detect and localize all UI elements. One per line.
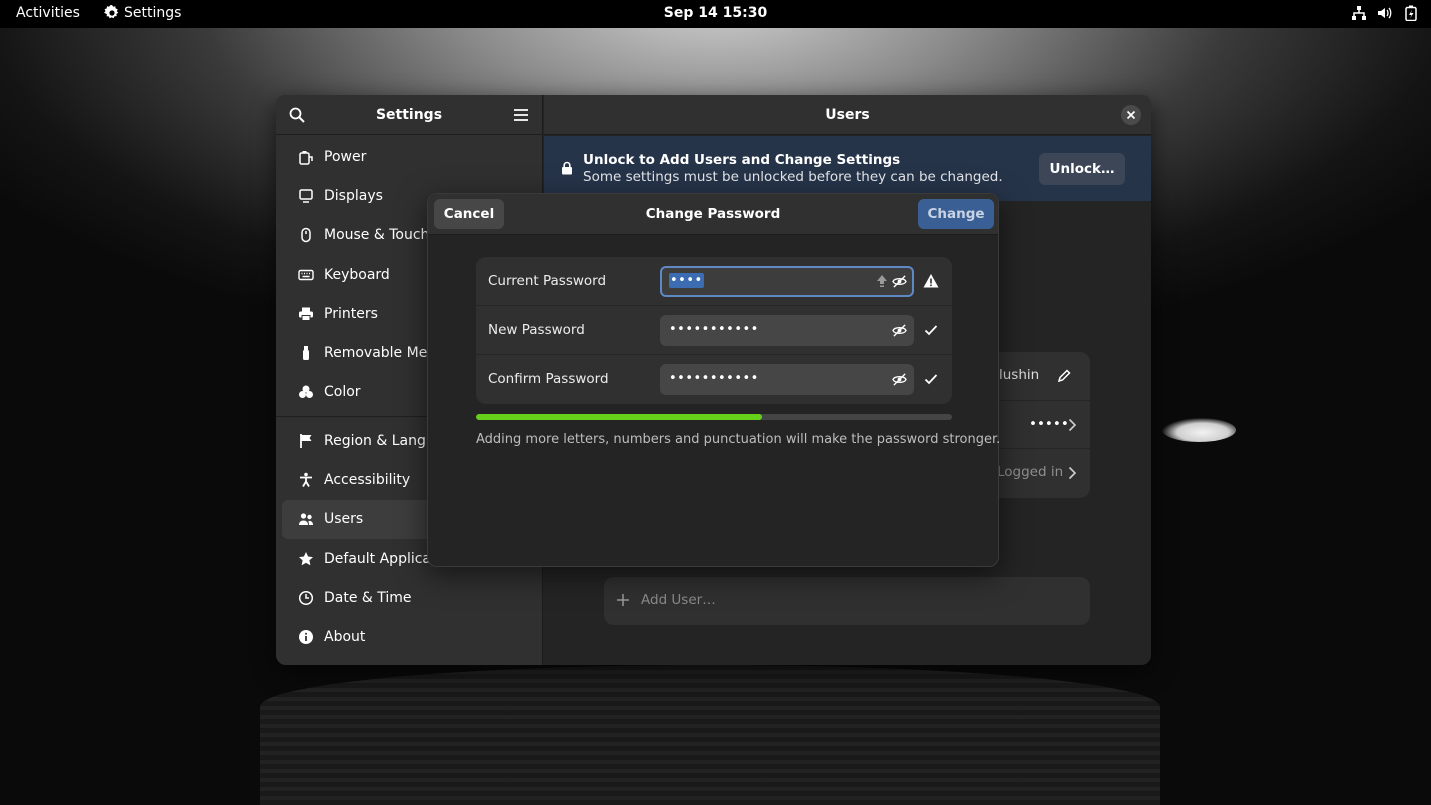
info-icon — [299, 630, 313, 645]
sidebar-item-power[interactable]: Power — [282, 137, 536, 176]
battery-icon — [1405, 5, 1417, 21]
sidebar-item-label: Color — [324, 384, 361, 401]
current-password-field[interactable]: •••• — [660, 266, 914, 297]
close-icon — [1126, 110, 1136, 120]
sidebar-item-about[interactable]: About — [282, 618, 536, 657]
last-login-fragment: Logged in — [997, 464, 1064, 481]
change-password-dialog: Cancel Change Password Change Current Pa… — [427, 193, 1001, 567]
password-value: ••••• — [1029, 415, 1069, 432]
page-title: Users — [825, 106, 870, 123]
reveal-password-icon[interactable] — [892, 274, 907, 289]
search-icon[interactable] — [288, 106, 306, 124]
display-icon — [299, 189, 313, 203]
users-icon — [299, 513, 313, 526]
current-password-value: •••• — [669, 273, 704, 288]
keyboard-icon — [298, 269, 314, 280]
wallpaper-dock — [260, 665, 1160, 805]
check-icon — [924, 374, 938, 385]
new-password-field[interactable]: ••••••••••• — [660, 315, 914, 346]
sidebar-item-label: Power — [324, 148, 367, 165]
app-menu[interactable]: Settings — [104, 5, 181, 21]
activities-button[interactable]: Activities — [16, 5, 80, 21]
chevron-right-icon — [1068, 418, 1077, 431]
close-button[interactable] — [1121, 105, 1141, 125]
password-hint: Adding more letters, numbers and punctua… — [476, 432, 1001, 447]
sidebar-item-date-time[interactable]: Date & Time — [282, 578, 536, 617]
sidebar-item-label: Printers — [324, 305, 378, 322]
password-strength-fill — [476, 414, 762, 420]
sidebar-item-label: Displays — [324, 187, 383, 204]
caps-lock-icon — [877, 275, 887, 287]
sidebar-item-label: About — [324, 629, 366, 646]
network-icon — [1352, 6, 1366, 20]
usb-icon — [303, 346, 309, 361]
hamburger-menu-icon[interactable] — [512, 106, 530, 124]
printer-icon — [299, 307, 313, 321]
top-bar: Activities Settings Sep 14 15:30 — [0, 0, 1431, 28]
unlock-button[interactable]: Unlock… — [1039, 153, 1125, 185]
chevron-right-icon — [1068, 467, 1077, 480]
current-password-row: Current Password •••• — [476, 257, 952, 306]
add-user-label: Add User… — [641, 592, 716, 608]
warning-icon — [923, 274, 939, 288]
new-password-label: New Password — [488, 322, 585, 338]
new-password-value: ••••••••••• — [669, 322, 759, 337]
current-password-label: Current Password — [488, 273, 607, 289]
confirm-password-label: Confirm Password — [488, 371, 609, 387]
confirm-password-value: ••••••••••• — [669, 371, 759, 386]
dialog-header: Cancel Change Password Change — [428, 194, 998, 235]
clock-icon — [298, 590, 314, 605]
reveal-password-icon[interactable] — [892, 372, 907, 387]
cancel-button[interactable]: Cancel — [434, 199, 504, 229]
confirm-password-row: Confirm Password ••••••••••• — [476, 355, 952, 404]
check-icon — [924, 325, 938, 336]
plus-icon — [617, 594, 629, 606]
wallpaper-swan — [1162, 418, 1236, 442]
dialog-title: Change Password — [645, 206, 781, 222]
system-tray[interactable] — [1351, 5, 1419, 21]
user-name-fragment: lushin — [999, 367, 1040, 383]
add-user-button[interactable]: Add User… — [604, 577, 1090, 625]
sidebar-item-label: Accessibility — [324, 472, 411, 489]
edit-pencil-icon[interactable] — [1056, 368, 1072, 384]
sidebar-item-label: Users — [324, 511, 364, 528]
mouse-icon — [301, 227, 311, 243]
main-header: Users — [544, 95, 1151, 135]
unlock-banner: Unlock to Add Users and Change Settings … — [544, 136, 1151, 201]
sidebar-item-label: Keyboard — [324, 266, 390, 283]
color-icon — [299, 385, 313, 399]
star-icon — [299, 551, 313, 565]
password-strength-bar — [476, 414, 952, 420]
accessibility-icon — [300, 472, 312, 487]
banner-subtitle: Some settings must be unlocked before th… — [583, 169, 1003, 185]
new-password-row: New Password ••••••••••• — [476, 306, 952, 355]
banner-title: Unlock to Add Users and Change Settings — [583, 152, 901, 168]
password-fields-card: Current Password •••• New Password •••••… — [476, 257, 952, 404]
app-name: Settings — [124, 5, 182, 21]
volume-icon — [1378, 7, 1392, 19]
flag-icon — [300, 433, 312, 448]
lock-icon — [562, 161, 572, 175]
sidebar-title: Settings — [375, 106, 443, 123]
change-button[interactable]: Change — [918, 199, 994, 229]
sidebar-item-label: Date & Time — [324, 589, 412, 606]
power-icon — [299, 150, 313, 165]
clock[interactable]: Sep 14 15:30 — [664, 5, 767, 21]
gear-icon — [104, 5, 119, 19]
confirm-password-field[interactable]: ••••••••••• — [660, 364, 914, 395]
reveal-password-icon[interactable] — [892, 323, 907, 338]
sidebar-header: Settings — [276, 95, 542, 135]
